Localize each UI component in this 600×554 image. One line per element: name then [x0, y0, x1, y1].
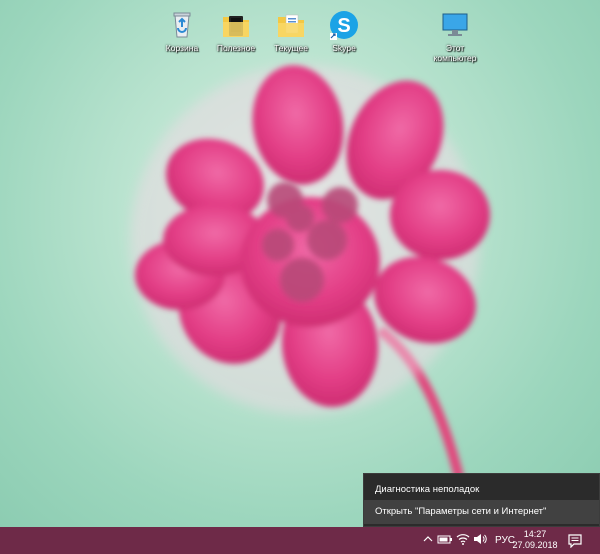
wifi-icon[interactable]: [456, 533, 472, 548]
desktop-icon-label: Полезное: [216, 43, 256, 53]
system-tray: РУС: [421, 527, 515, 554]
menu-item-troubleshoot[interactable]: Диагностика неполадок: [364, 478, 599, 502]
folder-icon: [278, 14, 304, 37]
desktop[interactable]: Корзина Полезное Текущее S Skype Этот ко…: [0, 0, 600, 527]
clock-time: 14:27: [523, 529, 547, 539]
show-hidden-icons-chevron-up-icon[interactable]: [421, 535, 435, 546]
computer-icon: [442, 13, 468, 36]
menu-item-open-network-settings[interactable]: Открыть "Параметры сети и Интернет": [364, 500, 599, 524]
battery-icon[interactable]: [437, 534, 455, 547]
volume-icon[interactable]: [473, 533, 489, 548]
notification-icon: [568, 533, 582, 548]
svg-text:S: S: [337, 15, 350, 37]
taskbar: РУС 14:27 27.09.2018: [0, 527, 600, 554]
folder-icon: [223, 16, 249, 37]
clock-date: 27.09.2018: [512, 540, 558, 550]
desktop-icon-poleznoe[interactable]: Полезное: [206, 9, 266, 53]
desktop-icon-label: Этот компьютер: [433, 43, 477, 63]
desktop-icon-label: Корзина: [165, 43, 199, 53]
desktop-icon-label: Skype: [332, 43, 356, 53]
desktop-icon-tekushchee[interactable]: Текущее: [261, 9, 321, 53]
desktop-icon-recycle-bin[interactable]: Корзина: [152, 9, 212, 53]
network-context-menu: Диагностика неполадок Открыть "Параметры…: [363, 473, 600, 527]
clock[interactable]: 14:27 27.09.2018: [510, 529, 560, 551]
skype-icon: S: [330, 11, 358, 40]
desktop-icon-skype[interactable]: S Skype: [314, 9, 374, 53]
recycle-bin-icon: [173, 12, 191, 38]
desktop-icon-this-pc[interactable]: Этот компьютер: [425, 9, 485, 63]
desktop-icon-label: Текущее: [274, 43, 308, 53]
action-center-button[interactable]: [568, 527, 582, 554]
wallpaper-flower: [130, 65, 490, 527]
